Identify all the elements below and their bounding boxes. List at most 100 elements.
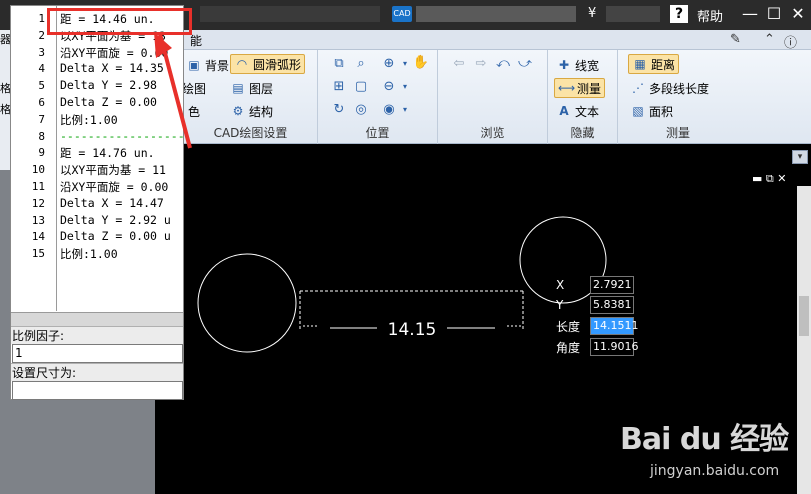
- forward-icon[interactable]: ⤻: [516, 55, 534, 73]
- ribbon-expand-button[interactable]: ▾: [792, 150, 808, 164]
- group-label: 测量: [665, 126, 690, 140]
- info-x-value[interactable]: 2.7921: [590, 276, 634, 294]
- group-label: 隐藏: [570, 126, 595, 140]
- linewidth-icon: ✚: [558, 58, 570, 72]
- scale-factor-label: 比例因子:: [12, 329, 65, 343]
- set-dimension-input[interactable]: [12, 381, 183, 400]
- area-button[interactable]: ▧ 面积: [630, 101, 673, 121]
- group-position: ⧉ ⌕ ⊕ ▾ ✋ ⊞ ▢ ⊖ ▾ ↻ ◎ ◉ ▾ 位置: [318, 50, 438, 144]
- measurement-line: 比例:1.00: [60, 247, 118, 262]
- maximize-button[interactable]: ☐: [762, 3, 786, 25]
- group-label: 位置: [365, 126, 390, 140]
- arrow-left-icon[interactable]: ⇦: [450, 55, 468, 73]
- fit-icon[interactable]: ⊞: [330, 78, 348, 96]
- smooth-arc-button[interactable]: ◠ 圆滑弧形: [230, 54, 306, 74]
- yen-icon[interactable]: ¥: [588, 6, 596, 21]
- measurement-line: Delta X = 14.47: [60, 195, 164, 210]
- group-hide: ✚ 线宽 ⟷ 测量 A 文本 隐藏: [548, 50, 618, 144]
- line-number: 10: [31, 163, 45, 177]
- group-measure: ▦ 距离 ⋰ 多段线长度 ▧ 面积 测量: [618, 50, 738, 144]
- info-x-row: X 2.7921: [556, 276, 634, 294]
- blurred-title: [200, 6, 380, 22]
- line-number-gutter: 1 2 3 4 5 6 7 8 9 10 11 12 13 14 15: [11, 6, 57, 311]
- arrow-right-icon[interactable]: ⇨: [472, 55, 490, 73]
- pan-hand-icon[interactable]: ✋: [412, 54, 430, 72]
- group-label: 浏览: [480, 126, 505, 140]
- chevron-down-icon[interactable]: ▾: [396, 78, 414, 96]
- group-browse: ⇦ ⇨ ⤺ ⤻ 浏览: [438, 50, 548, 144]
- chevron-down-icon[interactable]: ▾: [396, 101, 414, 119]
- distance-button[interactable]: ▦ 距离: [628, 54, 680, 74]
- info-angle-value[interactable]: 11.9016: [590, 338, 639, 356]
- info-x-label: X: [556, 278, 565, 292]
- dimension-text: 14.15: [388, 320, 437, 340]
- line-number: 12: [31, 196, 45, 210]
- watermark-logo: Bai du 经验: [620, 422, 789, 457]
- measure-button[interactable]: ⟷ 测量: [554, 78, 606, 98]
- line-number: 5: [38, 79, 45, 93]
- measurement-line: Delta Y = 2.98: [60, 78, 157, 93]
- line-number: 8: [38, 129, 45, 143]
- blurred-area: [606, 6, 660, 22]
- layer-icon: ▤: [232, 81, 244, 95]
- help-menu[interactable]: 帮助: [697, 6, 723, 25]
- measurement-line: Delta Z = 0.00: [60, 95, 157, 109]
- measure-icon: ⟷: [558, 81, 576, 95]
- measurement-line: Delta X = 14.35: [60, 61, 164, 76]
- left-circle: [197, 253, 297, 353]
- pen-icon[interactable]: ✎: [730, 32, 741, 47]
- info-icon[interactable]: ⓘ: [784, 32, 797, 51]
- info-y-value[interactable]: 5.8381: [590, 296, 634, 314]
- window-icon[interactable]: ⧉: [330, 55, 348, 73]
- text-icon: A: [559, 104, 569, 118]
- line-number: 9: [38, 146, 45, 160]
- measurement-line: 沿XY平面旋 = 0.00: [60, 180, 169, 194]
- collapse-up-icon[interactable]: ⌃: [764, 32, 775, 47]
- horizontal-scrollbar[interactable]: [11, 312, 183, 326]
- info-length-row: 长度 14.1511: [556, 317, 639, 335]
- canvas-scrollbar[interactable]: [797, 186, 811, 494]
- text-button[interactable]: A 文本: [556, 101, 599, 121]
- annotation-arrow: [154, 32, 192, 149]
- distance-icon: ▦: [634, 57, 646, 71]
- info-length-value[interactable]: 14.1511: [590, 317, 639, 335]
- measurement-line: 比例:1.00: [60, 112, 118, 127]
- set-dimension-label: 设置尺寸为:: [12, 366, 77, 380]
- measurement-line: Delta Z = 0.00 u: [60, 229, 171, 244]
- measurement-line: 距 = 14.76 un.: [60, 146, 155, 161]
- structure-button[interactable]: ⚙ 结构: [230, 101, 273, 121]
- linewidth-button[interactable]: ✚ 线宽: [556, 55, 599, 75]
- scroll-thumb[interactable]: [799, 296, 809, 336]
- watermark-url: jingyan.baidu.com: [650, 463, 780, 479]
- info-angle-row: 角度 11.9016: [556, 338, 639, 356]
- area-icon: ▧: [632, 104, 644, 118]
- line-number: 3: [38, 45, 45, 59]
- polyline-icon: ⋰: [632, 81, 644, 95]
- canvas-window-controls[interactable]: ▬ ⧉ ✕: [752, 172, 786, 186]
- cad-app-icon: CAD: [392, 6, 412, 22]
- info-y-label: Y: [556, 298, 564, 312]
- structure-icon: ⚙: [232, 104, 244, 118]
- measurement-line: Delta Y = 2.92 u: [60, 212, 171, 227]
- rotate-icon[interactable]: ↻: [330, 101, 348, 119]
- back-icon[interactable]: ⤺: [494, 55, 512, 73]
- line-number: 7: [38, 112, 45, 126]
- blurred-title-text: [416, 6, 576, 22]
- zoom-real-icon[interactable]: ◎: [352, 101, 370, 119]
- line-number: 6: [38, 96, 45, 109]
- line-number: 11: [31, 180, 45, 193]
- polyline-length-button[interactable]: ⋰ 多段线长度: [630, 78, 709, 98]
- info-angle-label: 角度: [556, 340, 581, 355]
- minimize-button[interactable]: —: [738, 3, 762, 25]
- arc-icon: ◠: [236, 57, 248, 71]
- line-number: 13: [31, 213, 45, 227]
- ribbon-tab-bar: 能 ✎ ⌃ ⓘ: [184, 30, 811, 51]
- layer-button[interactable]: ▤ 图层: [230, 78, 273, 98]
- scale-factor-input[interactable]: 1: [12, 344, 183, 363]
- line-number: 14: [31, 230, 45, 244]
- zoom-extents-icon[interactable]: ▢: [352, 78, 370, 96]
- zoom-window-icon[interactable]: ⌕: [352, 55, 370, 73]
- help-icon[interactable]: ?: [670, 5, 688, 23]
- close-button[interactable]: ✕: [786, 3, 810, 25]
- measurement-line: 以XY平面为基 = 11: [60, 163, 166, 178]
